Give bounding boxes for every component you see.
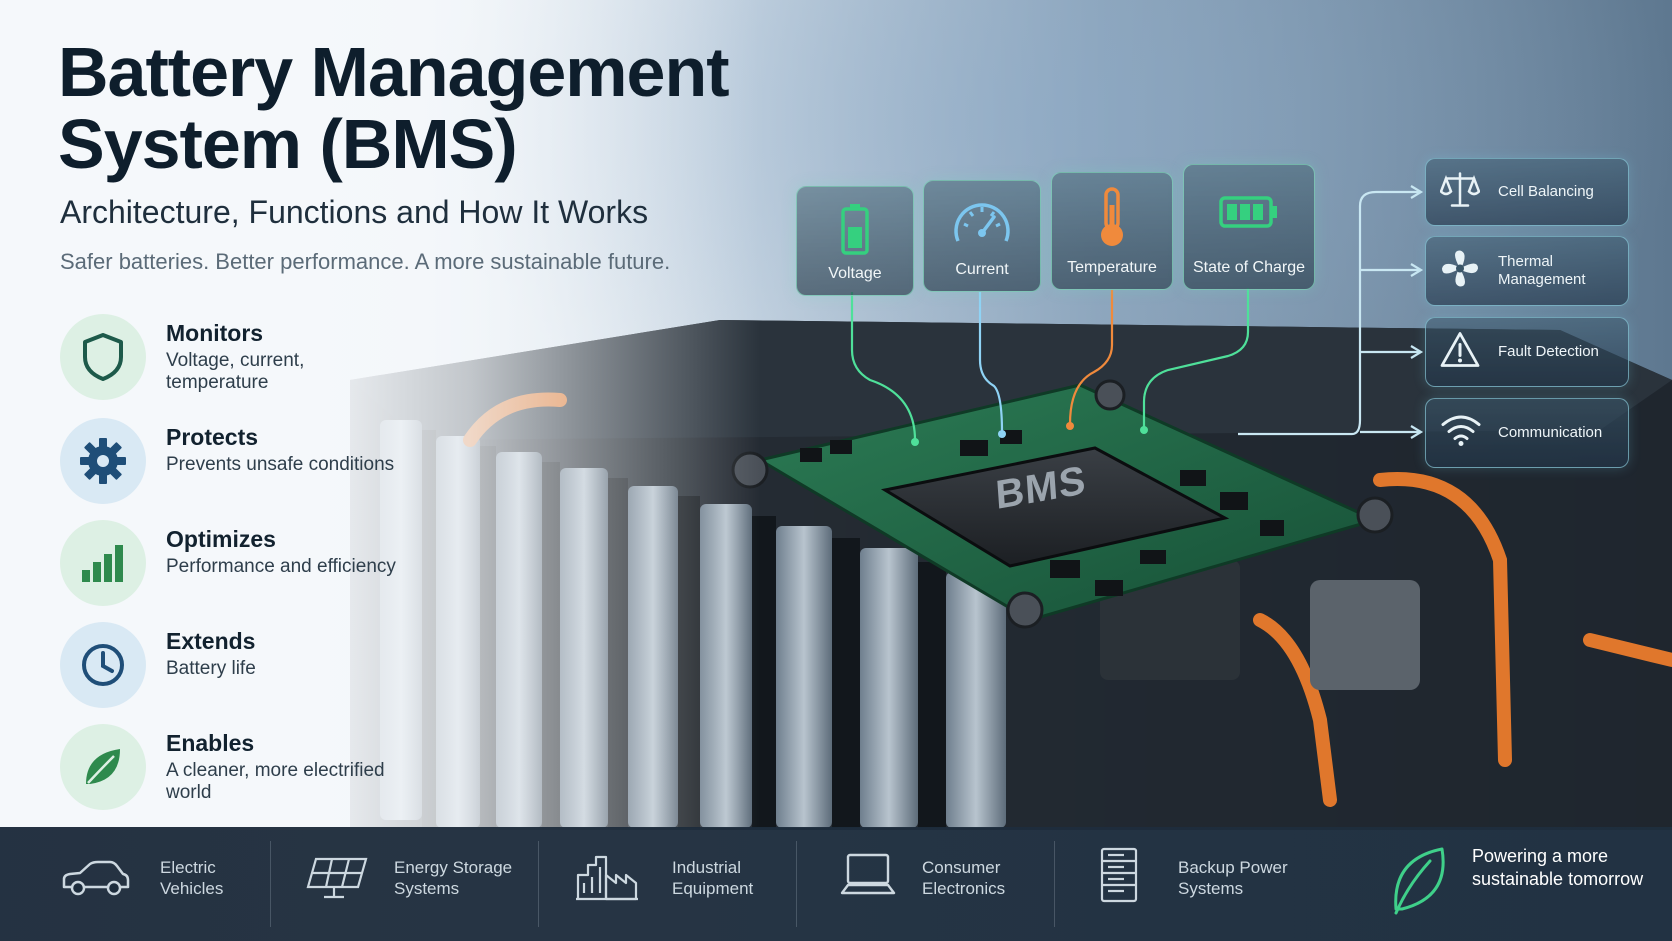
clock-icon	[60, 622, 146, 708]
feature-title: Enables	[166, 730, 255, 756]
application-consumer-electronics: Consumer Electronics	[840, 827, 1040, 941]
sensor-label: State of Charge	[1192, 259, 1306, 276]
gauge-icon	[924, 197, 1040, 247]
application-label: Industrial Equipment	[672, 858, 754, 898]
factory-icon	[576, 853, 638, 908]
sensor-label: Current	[955, 261, 1009, 278]
sensor-card-current[interactable]: Current	[923, 180, 1041, 292]
tagline: Safer batteries. Better performance. A m…	[60, 249, 671, 274]
battery-icon	[797, 203, 913, 255]
sensor-label: Voltage	[828, 265, 882, 282]
application-label: Backup Power Systems	[1178, 858, 1288, 898]
function-label: Fault Detection	[1498, 343, 1599, 360]
solar-panel-icon	[304, 855, 370, 906]
feature-title: Optimizes	[166, 526, 276, 552]
function-card-fault-detection[interactable]: Fault Detection	[1425, 317, 1629, 387]
application-energy-storage-systems: Energy Storage Systems	[304, 827, 534, 941]
divider	[538, 841, 539, 927]
shield-icon	[60, 314, 146, 400]
application-industrial-equipment: Industrial Equipment	[576, 827, 776, 941]
sensor-card-temperature[interactable]: Temperature	[1051, 172, 1173, 290]
application-label: Electric Vehicles	[160, 858, 224, 898]
function-card-communication[interactable]: Communication	[1425, 398, 1629, 468]
page-subtitle: Architecture, Functions and How It Works	[60, 194, 649, 230]
function-card-thermal-management[interactable]: Thermal Management	[1425, 236, 1629, 306]
fan-icon	[1440, 249, 1480, 294]
sensor-card-voltage[interactable]: Voltage	[796, 186, 914, 296]
feature-description: A cleaner, more electrified world	[166, 760, 385, 803]
scale-icon	[1439, 170, 1481, 215]
feature-enables: Enables A cleaner, more electrified worl…	[60, 724, 400, 814]
divider	[796, 841, 797, 927]
divider	[1054, 841, 1055, 927]
divider	[270, 841, 271, 927]
car-icon	[60, 857, 132, 906]
function-card-cell-balancing[interactable]: Cell Balancing	[1425, 158, 1629, 226]
feature-monitors: Monitors Voltage, current, temperature	[60, 314, 400, 404]
feature-extends: Extends Battery life	[60, 622, 400, 712]
feature-optimizes: Optimizes Performance and efficiency	[60, 520, 400, 610]
infographic: BMS Battery Management System (BMS) Arch…	[0, 0, 1672, 941]
server-rack-icon	[1098, 847, 1140, 910]
feature-description: Prevents unsafe conditions	[166, 454, 395, 475]
feature-description: Battery life	[166, 658, 256, 679]
application-label: Energy Storage Systems	[394, 858, 513, 898]
application-backup-power-systems: Backup Power Systems	[1098, 827, 1298, 941]
bar-chart-icon	[60, 520, 146, 606]
feature-title: Monitors	[166, 320, 264, 346]
sensor-label: Temperature	[1067, 259, 1157, 276]
wifi-icon	[1440, 414, 1482, 453]
page-title: Battery Management System (BMS)	[58, 33, 730, 183]
leaf-icon	[1390, 845, 1448, 922]
application-label: Consumer Electronics	[922, 858, 1006, 898]
feature-protects: Protects Prevents unsafe conditions	[60, 418, 400, 508]
leaf-icon	[60, 724, 146, 810]
feature-description: Performance and efficiency	[166, 556, 396, 577]
closing-tagline: Powering a more sustainable tomorrow	[1472, 846, 1644, 889]
function-label: Communication	[1498, 424, 1603, 441]
applications-bar: Electric Vehicles Energy Storage Systems	[0, 827, 1672, 941]
feature-description: Voltage, current, temperature	[166, 350, 305, 393]
function-label: Thermal Management	[1498, 253, 1586, 288]
function-label: Cell Balancing	[1498, 183, 1594, 200]
feature-title: Protects	[166, 424, 259, 450]
application-electric-vehicles: Electric Vehicles	[60, 827, 260, 941]
battery-level-icon	[1184, 195, 1314, 229]
feature-title: Extends	[166, 628, 256, 654]
laptop-icon	[840, 851, 896, 904]
sensor-card-state-of-charge[interactable]: State of Charge	[1183, 164, 1315, 290]
warning-icon	[1440, 331, 1480, 374]
thermometer-icon	[1052, 187, 1172, 249]
gear-icon	[60, 418, 146, 504]
